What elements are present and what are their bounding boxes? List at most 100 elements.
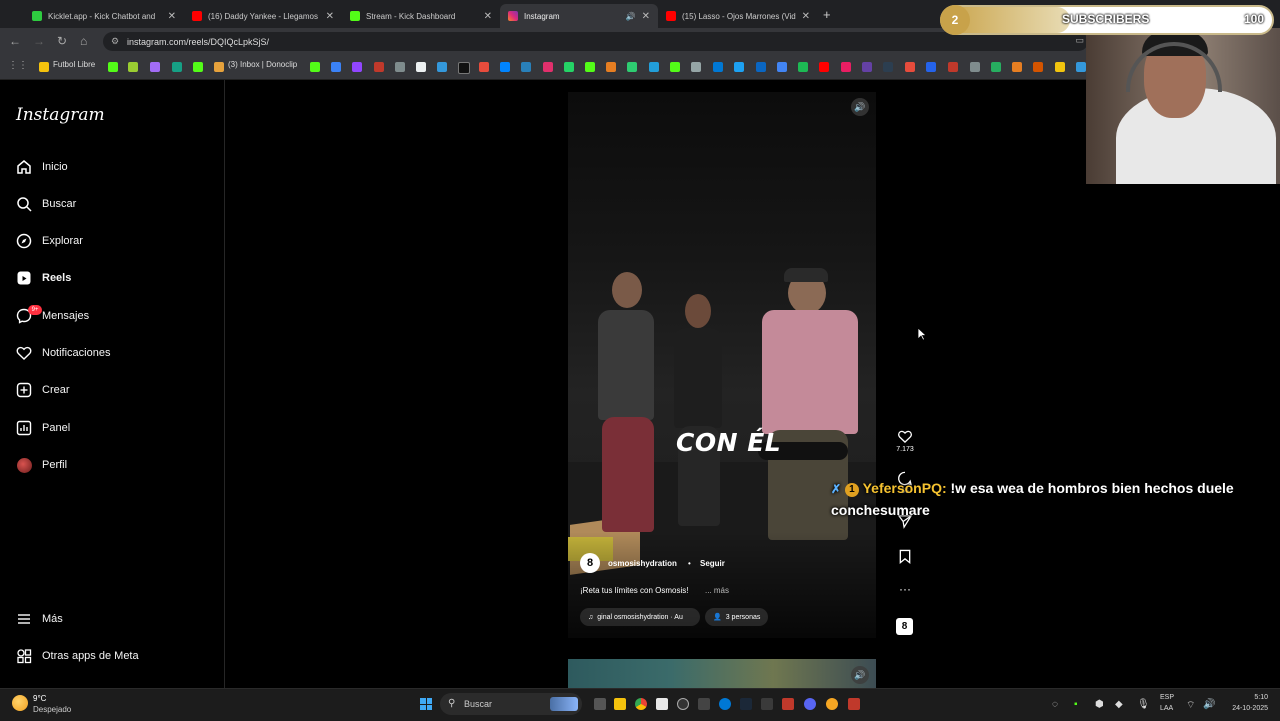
app-icon[interactable] (656, 698, 668, 710)
bookmark-icon[interactable] (128, 62, 138, 72)
like-button[interactable]: 7.173 (895, 429, 915, 453)
telegram-icon[interactable] (649, 62, 659, 72)
weather-moon-icon[interactable] (12, 695, 28, 711)
spotify-icon[interactable] (798, 62, 808, 72)
bookmark-icon[interactable] (606, 62, 616, 72)
microphone-icon[interactable]: 🎙 (1137, 699, 1150, 710)
bookmark-icon[interactable] (670, 62, 680, 72)
reel-people-pill[interactable]: 👤 3 personas (705, 608, 768, 626)
chrome-icon[interactable] (635, 698, 647, 710)
app-icon[interactable] (761, 698, 773, 710)
bookmark-icon[interactable] (841, 62, 851, 72)
clock-date[interactable]: 24-10-2025 (1222, 705, 1268, 712)
home-icon[interactable]: ⌂ (80, 34, 87, 48)
messenger-bookmark-icon[interactable] (500, 62, 510, 72)
back-icon[interactable]: ← (9, 34, 21, 48)
bookmark-icon[interactable] (585, 62, 595, 72)
volume-icon[interactable]: 🔊 (851, 98, 869, 116)
nav-panel[interactable]: Panel (15, 418, 70, 438)
bookmark-icon[interactable] (905, 62, 915, 72)
address-bar[interactable]: ⚙ instagram.com/reels/DQIQcLpkSjS/ ▭ (103, 32, 1088, 51)
nav-explorar[interactable]: Explorar (15, 231, 83, 251)
bookmark-icon[interactable] (331, 62, 341, 72)
reel-audio-pill[interactable]: ♫ ginal osmosishydration · Au (580, 608, 700, 626)
nav-mensajes[interactable]: Mensajes (15, 306, 89, 326)
osmosis-avatar-icon[interactable]: 8 (580, 553, 600, 573)
bookmark-icon[interactable] (948, 62, 958, 72)
volume-icon[interactable]: 🔊 (1203, 699, 1215, 710)
bookmark-donoclip[interactable]: (3) Inbox | Donoclip (228, 60, 297, 69)
nav-buscar[interactable]: Buscar (15, 194, 76, 214)
wifi-icon[interactable]: ⌔ (1186, 699, 1195, 712)
weather-desc[interactable]: Despejado (33, 705, 71, 714)
clock-time[interactable]: 5:10 (1246, 694, 1268, 701)
volume-icon[interactable]: 🔊 (851, 666, 869, 684)
apps-grid-icon[interactable]: ⋮⋮ (8, 60, 28, 71)
tray-app-icon[interactable]: ▪ (1074, 699, 1078, 710)
google-search-icon[interactable] (777, 62, 787, 72)
bookmark-icon[interactable] (883, 62, 893, 72)
bookmark-icon[interactable] (1055, 62, 1065, 72)
bookmark-icon[interactable] (310, 62, 320, 72)
speaker-icon[interactable]: 🔊 (626, 12, 636, 21)
tab-instagram[interactable]: Instagram 🔊 ✕ (500, 4, 658, 28)
bookmark-kick-icon[interactable] (193, 62, 203, 72)
bookmark-icon[interactable] (1033, 62, 1043, 72)
nav-reels[interactable]: Reels (15, 268, 71, 288)
bookmark-icon[interactable] (521, 62, 531, 72)
bookmark-icon[interactable] (627, 62, 637, 72)
tray-steam-icon[interactable]: ◆ (1115, 699, 1123, 710)
site-info-icon[interactable]: ⚙ (111, 36, 119, 47)
taskbar-search[interactable]: ⚲ Buscar (440, 693, 582, 715)
bookmark-icon[interactable] (691, 62, 701, 72)
edge-icon[interactable] (719, 698, 731, 710)
obs-icon[interactable] (677, 698, 689, 710)
whatsapp-icon[interactable] (564, 62, 574, 72)
bookmark-icon[interactable] (437, 62, 447, 72)
nav-notificaciones[interactable]: Notificaciones (15, 343, 110, 363)
close-tab-icon[interactable]: ✕ (642, 11, 650, 22)
bookmark-icon[interactable] (991, 62, 1001, 72)
twitter-icon[interactable] (734, 62, 744, 72)
follow-button[interactable]: Seguir (700, 559, 725, 568)
discord-icon[interactable] (804, 698, 816, 710)
forward-icon[interactable]: → (33, 34, 45, 48)
windows-start-icon[interactable] (420, 698, 432, 710)
cast-icon[interactable]: ▭ (1075, 35, 1084, 46)
app-icon[interactable] (782, 698, 794, 710)
bookmark-icon[interactable] (970, 62, 980, 72)
tab-daddy-yankee[interactable]: (16) Daddy Yankee - Llegamos a ✕ (184, 4, 342, 28)
nav-crear[interactable]: Crear (15, 380, 70, 400)
close-tab-icon[interactable]: ✕ (326, 11, 334, 22)
language-layout[interactable]: LAA (1160, 705, 1173, 712)
bookmark-icon[interactable] (1076, 62, 1086, 72)
more-options-button[interactable]: ··· (895, 582, 915, 596)
app-icon[interactable] (848, 698, 860, 710)
close-tab-icon[interactable]: ✕ (168, 11, 176, 22)
new-tab-button[interactable]: + (823, 7, 831, 22)
tab-kicklet[interactable]: Kicklet.app - Kick Chatbot and ✕ (24, 4, 184, 28)
nav-otras-apps[interactable]: Otras apps de Meta (15, 646, 139, 666)
file-explorer-icon[interactable] (614, 698, 626, 710)
bookmark-icon[interactable] (1012, 62, 1022, 72)
linkedin-icon[interactable] (756, 62, 766, 72)
bookmark-icon[interactable] (416, 62, 426, 72)
reel-video[interactable] (568, 92, 876, 638)
app-icon[interactable] (826, 698, 838, 710)
tab-lasso[interactable]: (15) Lasso - Ojos Marrones (Vid ✕ (658, 4, 818, 28)
reel-more-link[interactable]: ... más (705, 586, 729, 595)
twitch-icon[interactable] (352, 62, 362, 72)
youtube-icon[interactable] (819, 62, 829, 72)
save-button[interactable] (895, 549, 915, 566)
nav-inicio[interactable]: Inicio (15, 157, 68, 177)
instagram-bookmark-icon[interactable] (543, 62, 553, 72)
bookmark-icon[interactable] (395, 62, 405, 72)
instagram-logo[interactable]: Instagram (16, 105, 105, 125)
bookmark-icon[interactable] (926, 62, 936, 72)
nav-perfil[interactable]: Perfil (15, 455, 67, 475)
tray-app-icon[interactable]: ◌ (1052, 699, 1058, 710)
tab-kick-dashboard[interactable]: Stream - Kick Dashboard ✕ (342, 4, 500, 28)
bookmark-icon[interactable] (172, 62, 182, 72)
nav-mas[interactable]: Más (15, 609, 63, 629)
bookmark-icon[interactable] (479, 62, 489, 72)
